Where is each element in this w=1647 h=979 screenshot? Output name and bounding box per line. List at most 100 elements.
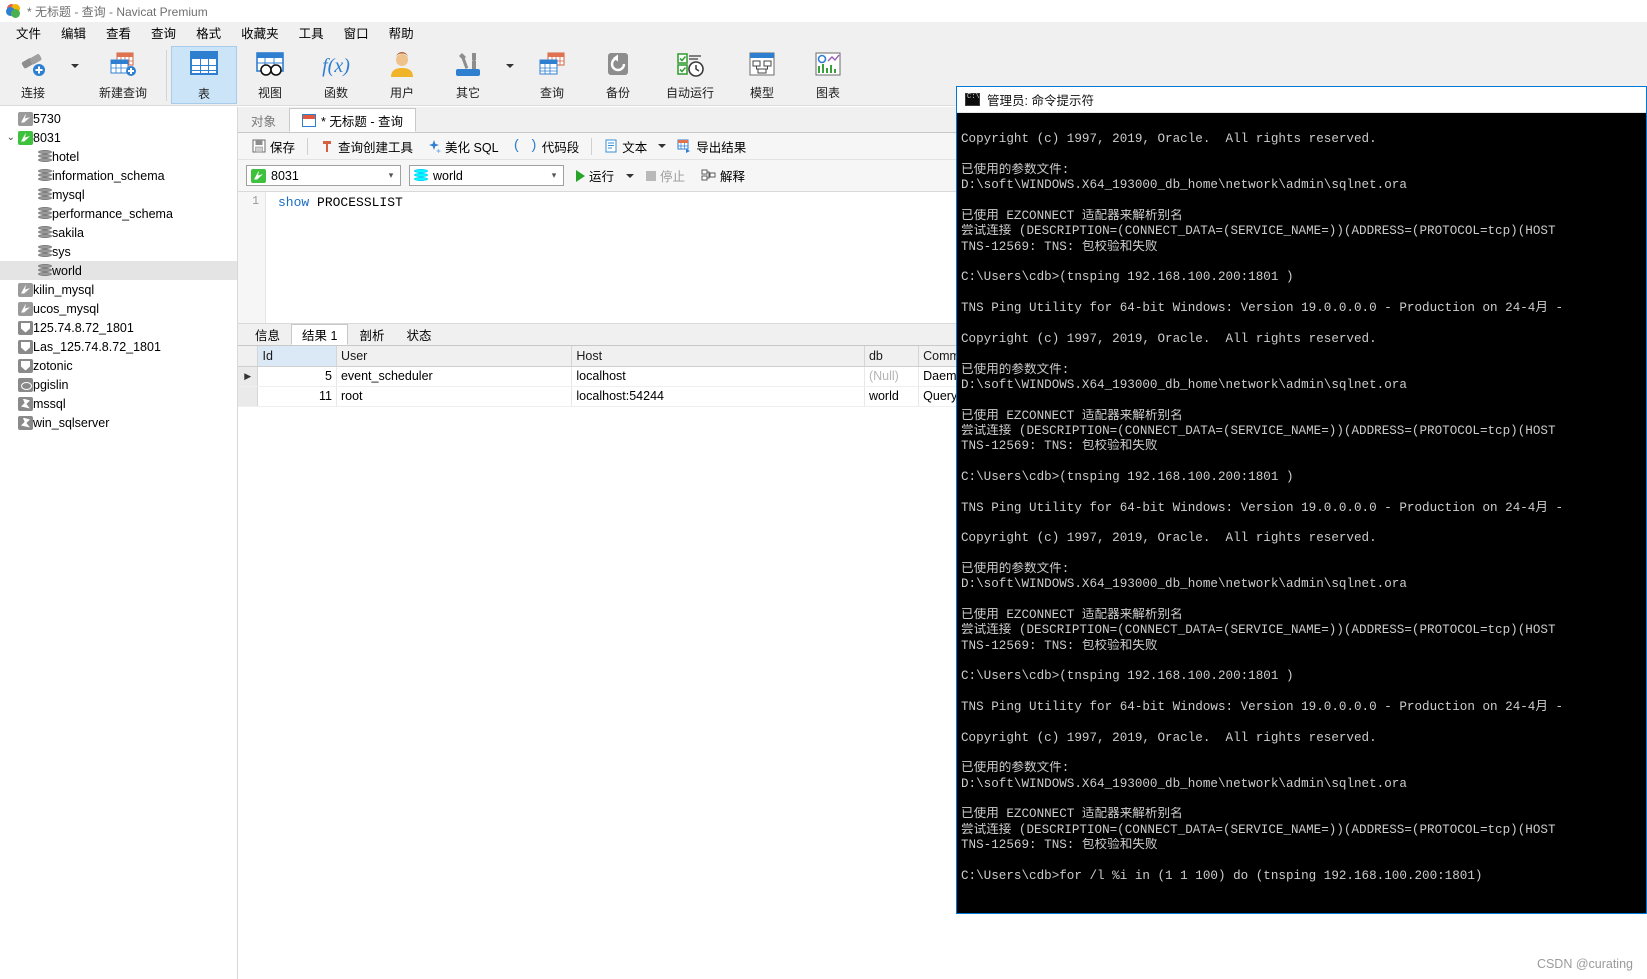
tree-item[interactable]: win_sqlserver xyxy=(0,413,237,432)
cell-id[interactable]: 11 xyxy=(257,386,337,407)
chart-icon xyxy=(812,50,844,80)
user-icon xyxy=(386,50,418,80)
menu-format[interactable]: 格式 xyxy=(186,21,231,44)
tab-objects[interactable]: 对象 xyxy=(238,108,289,132)
command-prompt-window[interactable]: 管理员: 命令提示符 Copyright (c) 1997, 2019, Ora… xyxy=(956,86,1647,914)
export-result-button[interactable]: 导出结果 xyxy=(671,135,752,158)
column-header-host[interactable]: Host xyxy=(571,346,865,367)
tree-item[interactable]: 125.74.8.72_1801 xyxy=(0,318,237,337)
column-header-db[interactable]: db xyxy=(864,346,920,367)
ribbon-user[interactable]: 用户 xyxy=(369,46,435,104)
menu-edit[interactable]: 编辑 xyxy=(51,21,96,44)
menu-file[interactable]: 文件 xyxy=(6,21,51,44)
tree-expander[interactable]: ⌄ xyxy=(4,132,18,143)
tree-item[interactable]: ⌄ 8031 xyxy=(0,128,237,147)
tree-item-label: mysql xyxy=(52,187,85,202)
stop-button[interactable]: 停止 xyxy=(642,164,689,187)
text-button[interactable]: 文本 xyxy=(598,135,653,158)
stop-label: 停止 xyxy=(660,170,686,184)
line-number: 1 xyxy=(252,195,259,208)
tree-item[interactable]: 5730 xyxy=(0,109,237,128)
connection-select[interactable]: 8031 ▾ xyxy=(246,165,401,186)
tree-item[interactable]: information_schema xyxy=(0,166,237,185)
chevron-down-icon: ▾ xyxy=(388,170,394,180)
column-header-user[interactable]: User xyxy=(336,346,573,367)
menu-tools[interactable]: 工具 xyxy=(289,21,334,44)
connection-sidebar: 5730 ⌄ 8031 hotel information_schemamysql per… xyxy=(0,107,238,979)
menu-window[interactable]: 窗口 xyxy=(334,21,379,44)
cell-user[interactable]: event_scheduler xyxy=(336,366,573,387)
cell-user[interactable]: root xyxy=(336,386,573,407)
ribbon-function[interactable]: f(x) 函数 xyxy=(303,46,369,104)
ribbon-automation[interactable]: 自动运行 xyxy=(651,46,729,104)
console-line: Copyright (c) 1997, 2019, Oracle. All ri… xyxy=(961,132,1377,147)
cell-db[interactable]: world xyxy=(864,386,920,407)
tree-item[interactable]: sakila xyxy=(0,223,237,242)
snippet-button[interactable]: ( ) 代码段 xyxy=(507,135,586,158)
console-line: Copyright (c) 1997, 2019, Oracle. All ri… xyxy=(961,531,1377,546)
console-line: D:\soft\WINDOWS.X64_193000_db_home\netwo… xyxy=(961,178,1407,193)
console-output[interactable]: Copyright (c) 1997, 2019, Oracle. All ri… xyxy=(957,113,1646,913)
cell-db[interactable]: (Null) xyxy=(864,366,920,387)
others-dropdown-arrow[interactable] xyxy=(501,46,519,68)
result-tab-profile-label: 剖析 xyxy=(359,329,385,343)
cell-host[interactable]: localhost:54244 xyxy=(571,386,865,407)
run-button[interactable]: 运行 xyxy=(572,164,618,187)
ribbon-new-query-label: 新建查询 xyxy=(98,86,147,100)
cell-host[interactable]: localhost xyxy=(571,366,865,387)
tab-untitled-query[interactable]: * 无标题 - 查询 xyxy=(289,108,416,132)
ribbon-table[interactable]: 表 xyxy=(171,46,237,104)
tree-item[interactable]: performance_schema xyxy=(0,204,237,223)
menu-query[interactable]: 查询 xyxy=(141,21,186,44)
tree-item[interactable]: hotel xyxy=(0,147,237,166)
tree-item[interactable]: sys xyxy=(0,242,237,261)
tree-item[interactable]: kilin_mysql xyxy=(0,280,237,299)
tree-item-label: sakila xyxy=(52,225,84,240)
stop-icon xyxy=(646,170,657,181)
sql-keyword: show xyxy=(278,195,310,210)
database-icon xyxy=(38,149,52,164)
run-dropdown-arrow[interactable] xyxy=(626,173,635,178)
tree-item[interactable]: zotonic xyxy=(0,356,237,375)
menu-favorites[interactable]: 收藏夹 xyxy=(231,21,289,44)
database-select[interactable]: world ▾ xyxy=(409,165,564,186)
query-tab-icon xyxy=(302,113,317,127)
console-line: C:\Users\cdb>(tnsping 192.168.100.200:18… xyxy=(961,270,1294,285)
result-tab-result1[interactable]: 结果 1 xyxy=(291,324,349,345)
explain-button[interactable]: 解释 xyxy=(697,164,749,187)
query-builder-button[interactable]: 查询创建工具 xyxy=(314,135,419,158)
tree-item[interactable]: mysql xyxy=(0,185,237,204)
tree-item-label: pgislin xyxy=(33,377,69,392)
ribbon-connection[interactable]: 连接 xyxy=(0,46,66,104)
menu-help[interactable]: 帮助 xyxy=(379,21,424,44)
tree-item[interactable]: mssql xyxy=(0,394,237,413)
console-line: TNS-12569: TNS: 包校验和失败 xyxy=(961,439,1158,454)
tree-item[interactable]: Las_125.74.8.72_1801 xyxy=(0,337,237,356)
result-tab-profile[interactable]: 剖析 xyxy=(348,324,395,345)
database-icon xyxy=(38,168,52,183)
menu-view[interactable]: 查看 xyxy=(96,21,141,44)
console-line: TNS Ping Utility for 64-bit Windows: Ver… xyxy=(961,301,1564,316)
ribbon-model[interactable]: 模型 xyxy=(729,46,795,104)
connection-dropdown-arrow[interactable] xyxy=(66,46,84,68)
column-header-id[interactable]: Id xyxy=(257,346,337,367)
ribbon-backup[interactable]: 备份 xyxy=(585,46,651,104)
beautify-sql-button[interactable]: 美化 SQL xyxy=(421,135,505,158)
save-button[interactable]: 保存 xyxy=(246,135,301,158)
tree-item[interactable]: pgislin xyxy=(0,375,237,394)
ribbon-new-query[interactable]: 新建查询 xyxy=(84,46,162,104)
ribbon-view[interactable]: 视图 xyxy=(237,46,303,104)
text-dropdown-arrow[interactable] xyxy=(655,144,669,148)
console-line: TNS Ping Utility for 64-bit Windows: Ver… xyxy=(961,700,1564,715)
ribbon-query[interactable]: 查询 xyxy=(519,46,585,104)
cell-id[interactable]: 5 xyxy=(257,366,337,387)
ribbon-chart[interactable]: 图表 xyxy=(795,46,861,104)
result-tab-info[interactable]: 信息 xyxy=(244,324,291,345)
tree-item[interactable]: world xyxy=(0,261,237,280)
ribbon-others[interactable]: 其它 xyxy=(435,46,501,104)
result-tab-status[interactable]: 状态 xyxy=(395,324,442,345)
tree-item[interactable]: ucos_mysql xyxy=(0,299,237,318)
